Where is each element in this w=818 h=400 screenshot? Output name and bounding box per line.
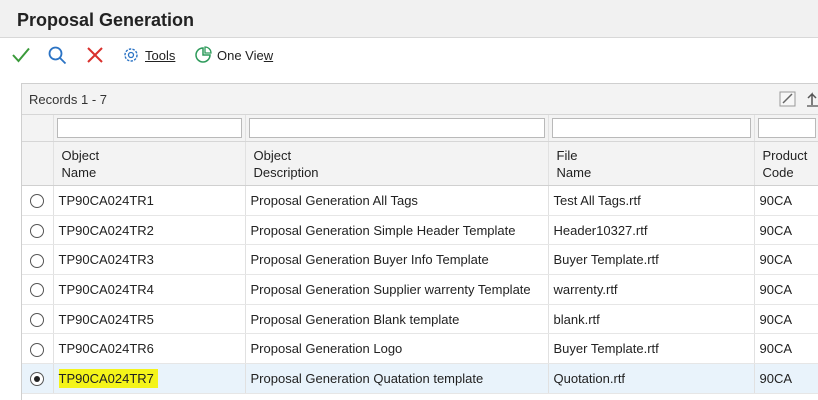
filter-product-code-input[interactable]	[757, 118, 816, 138]
close-icon	[87, 47, 103, 63]
column-header-object-name[interactable]: Object Name	[53, 141, 246, 186]
filter-cell-file-name	[548, 115, 755, 142]
cell-file-name: Test All Tags.rtf	[548, 185, 755, 216]
one-view-icon	[195, 46, 212, 63]
cell-file-name: blank.rtf	[548, 304, 755, 335]
cell-product-code: 90CA	[754, 363, 818, 394]
export-icon[interactable]	[806, 89, 818, 114]
cell-file-name: Quotation.rtf	[548, 363, 755, 394]
table-row[interactable]: TP90CA024TR4 Proposal Generation Supplie…	[22, 274, 818, 305]
row-radio[interactable]	[30, 283, 45, 298]
table-row[interactable]: TP90CA024TR2 Proposal Generation Simple …	[22, 215, 818, 246]
cell-file-name: warrenty.rtf	[548, 274, 755, 305]
column-header-line2: Code	[762, 164, 794, 180]
cell-object-name[interactable]: TP90CA024TR4	[53, 274, 246, 305]
cell-product-code: 90CA	[754, 215, 818, 246]
filter-object-name-input[interactable]	[56, 118, 242, 138]
row-select[interactable]	[22, 215, 54, 246]
table-row[interactable]: TP90CA024TR3 Proposal Generation Buyer I…	[22, 244, 818, 276]
search-icon	[48, 46, 67, 65]
cell-file-name: Buyer Template.rtf	[548, 244, 755, 276]
cell-description: Proposal Generation Quatation template	[245, 363, 549, 394]
filter-spacer	[22, 115, 54, 142]
edit-grid-icon[interactable]	[778, 89, 798, 114]
filter-cell-object-name	[53, 115, 246, 142]
row-radio[interactable]	[30, 223, 45, 238]
find-button[interactable]	[47, 43, 67, 67]
column-header-description[interactable]: Object Description	[245, 141, 549, 186]
cell-product-code: 90CA	[754, 333, 818, 365]
filter-description-input[interactable]	[248, 118, 545, 138]
cell-description: Proposal Generation All Tags	[245, 185, 549, 216]
row-select[interactable]	[22, 304, 54, 335]
cell-file-name: Header10327.rtf	[548, 215, 755, 246]
cell-file-name: Buyer Template.rtf	[548, 333, 755, 365]
tools-label: Tools	[145, 47, 176, 63]
one-view-button[interactable]: One View	[194, 43, 273, 67]
cell-description: Proposal Generation Blank template	[245, 304, 549, 335]
column-header-product-code[interactable]: Product Code	[754, 141, 818, 186]
cell-description: Proposal Generation Logo	[245, 333, 549, 365]
column-header-line2: Name	[556, 164, 592, 180]
cell-product-code: 90CA	[754, 244, 818, 276]
cell-object-name[interactable]: TP90CA024TR2	[53, 215, 246, 246]
column-header-line1: Object	[253, 147, 292, 163]
data-grid: Object Name Object Description File Name Pr…	[22, 115, 818, 394]
highlighted-object-name: TP90CA024TR7	[58, 368, 158, 388]
row-select[interactable]	[22, 274, 54, 305]
grid-header: Records 1 - 7	[22, 84, 818, 115]
cell-object-name[interactable]: TP90CA024TR3	[53, 244, 246, 276]
filter-cell-product-code	[754, 115, 818, 142]
one-view-label: One View	[217, 47, 274, 63]
cell-description: Proposal Generation Buyer Info Template	[245, 244, 549, 276]
cell-object-name[interactable]: TP90CA024TR7	[53, 363, 246, 394]
cancel-button[interactable]	[85, 43, 105, 67]
column-header-line2: Description	[253, 164, 319, 180]
row-select[interactable]	[22, 244, 54, 276]
table-row[interactable]: TP90CA024TR6 Proposal Generation Logo Bu…	[22, 333, 818, 365]
filter-file-name-input[interactable]	[551, 118, 751, 138]
row-radio[interactable]	[30, 253, 45, 268]
column-header-line2: Name	[61, 164, 97, 180]
select-column-header	[22, 141, 54, 186]
column-header-line1: Product	[762, 147, 808, 163]
page-title: Proposal Generation	[17, 10, 195, 30]
row-select[interactable]	[22, 185, 54, 216]
cell-description: Proposal Generation Supplier warrenty Te…	[245, 274, 549, 305]
cell-description: Proposal Generation Simple Header Templa…	[245, 215, 549, 246]
cell-product-code: 90CA	[754, 185, 818, 216]
row-select[interactable]	[22, 333, 54, 365]
table-row-selected[interactable]: TP90CA024TR7 Proposal Generation Quatati…	[22, 363, 818, 394]
filter-cell-description	[245, 115, 549, 142]
column-header-line1: File	[556, 147, 578, 163]
cell-product-code: 90CA	[754, 274, 818, 305]
table-row[interactable]: TP90CA024TR5 Proposal Generation Blank t…	[22, 304, 818, 335]
check-icon	[12, 47, 30, 63]
cell-object-name[interactable]: TP90CA024TR1	[53, 185, 246, 216]
column-header-file-name[interactable]: File Name	[548, 141, 755, 186]
gear-icon	[124, 48, 138, 62]
title-bar: Proposal Generation	[0, 0, 818, 38]
table-row[interactable]: TP90CA024TR1 Proposal Generation All Tag…	[22, 185, 818, 216]
toolbar: Tools One View	[0, 39, 818, 71]
row-select[interactable]	[22, 363, 54, 394]
ok-button[interactable]	[11, 43, 31, 67]
row-radio-checked[interactable]	[30, 372, 45, 387]
cell-product-code: 90CA	[754, 304, 818, 335]
filter-row	[22, 115, 818, 142]
cell-object-name[interactable]: TP90CA024TR5	[53, 304, 246, 335]
grid-panel: Records 1 - 7 Object Name Object Descrip…	[21, 83, 818, 400]
row-radio[interactable]	[30, 312, 45, 327]
column-header-row: Object Name Object Description File Name Pr…	[22, 141, 818, 186]
row-radio[interactable]	[30, 342, 45, 357]
records-count: Records 1 - 7	[29, 92, 108, 107]
tools-button[interactable]: Tools	[122, 43, 175, 67]
cell-object-name[interactable]: TP90CA024TR6	[53, 333, 246, 365]
row-radio[interactable]	[30, 194, 45, 209]
column-header-line1: Object	[61, 147, 100, 163]
